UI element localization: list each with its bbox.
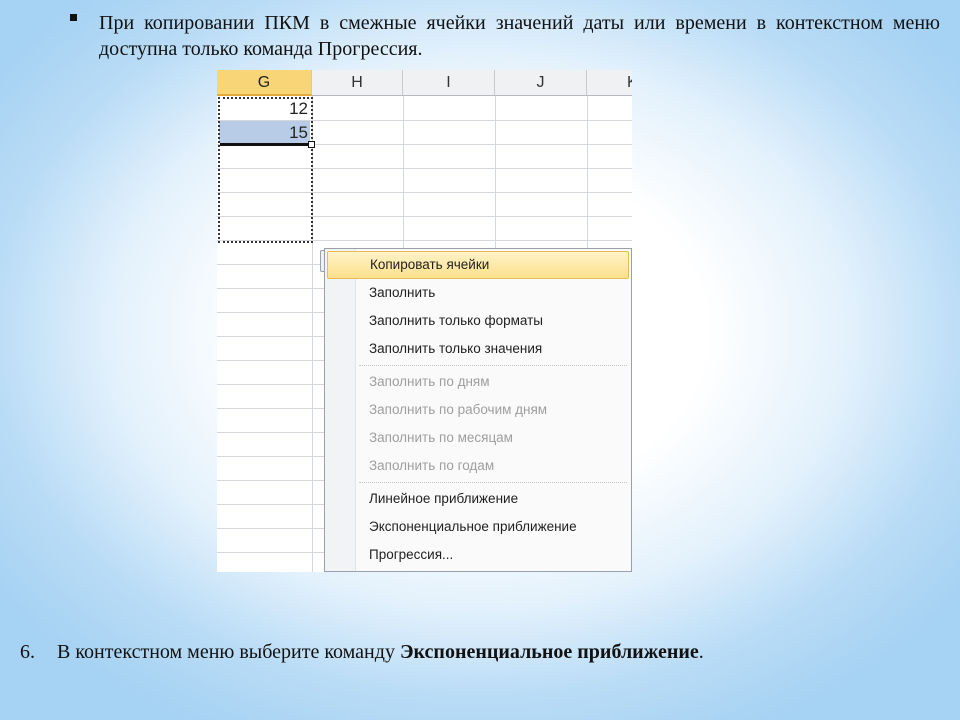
fill-handle[interactable]: [308, 141, 315, 148]
menu-item-fill-years[interactable]: Заполнить по годам: [327, 452, 629, 480]
step-text-before: В контекстном меню выберите команду: [57, 641, 400, 663]
context-menu: Копировать ячейки Заполнить Заполнить то…: [324, 248, 632, 572]
column-header-k[interactable]: K: [587, 70, 632, 96]
spreadsheet-screenshot: G H I J K 12 15 Копировать ячейки Заполн…: [217, 70, 632, 572]
copy-marquee: [218, 97, 313, 243]
menu-item-copy-cells[interactable]: Копировать ячейки: [327, 251, 629, 279]
menu-item-growth-trend[interactable]: Экспоненциальное приближение: [327, 513, 629, 541]
menu-item-fill[interactable]: Заполнить: [327, 279, 629, 307]
menu-separator: [359, 482, 627, 483]
step-number: 6.: [20, 641, 35, 663]
column-header-g[interactable]: G: [217, 70, 312, 96]
menu-item-fill-months[interactable]: Заполнить по месяцам: [327, 424, 629, 452]
column-header-h[interactable]: H: [312, 70, 403, 96]
column-header-j[interactable]: J: [495, 70, 587, 96]
menu-item-fill-values-only[interactable]: Заполнить только значения: [327, 335, 629, 363]
menu-item-series[interactable]: Прогрессия...: [327, 541, 629, 569]
instruction-step: 6. В контекстном меню выберите команду Эк…: [20, 641, 704, 664]
menu-item-fill-formats-only[interactable]: Заполнить только форматы: [327, 307, 629, 335]
menu-separator: [359, 365, 627, 366]
menu-item-linear-trend[interactable]: Линейное приближение: [327, 485, 629, 513]
bullet-text: При копировании ПКМ в смежные ячейки зна…: [99, 12, 940, 60]
menu-item-fill-days[interactable]: Заполнить по дням: [327, 368, 629, 396]
step-text: В контекстном меню выберите команду Эксп…: [57, 641, 704, 663]
square-bullet-icon: [70, 14, 77, 21]
step-text-after: .: [698, 641, 704, 663]
step-command: Экспоненциальное приближение: [399, 641, 699, 663]
column-header-i[interactable]: I: [403, 70, 495, 96]
selection-border: [220, 143, 308, 146]
bullet-paragraph: При копировании ПКМ в смежные ячейки зна…: [66, 10, 940, 62]
menu-item-fill-weekdays[interactable]: Заполнить по рабочим дням: [327, 396, 629, 424]
